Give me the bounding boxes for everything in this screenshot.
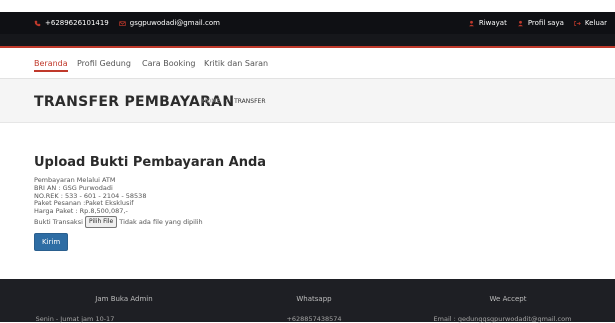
footer-heading-hours: Jam Buka Admin	[95, 295, 153, 303]
file-status: Tidak ada file yang dipilih	[119, 217, 203, 226]
header-accent-bar	[0, 34, 615, 48]
riwayat-label: Riwayat	[478, 19, 507, 27]
user-icon	[517, 20, 524, 27]
phone-contact[interactable]: +6289626101419	[34, 19, 109, 27]
user-icon	[468, 20, 475, 27]
site-footer: Jam Buka Admin Whatsapp We Accept Senin …	[0, 279, 615, 323]
choose-file-button[interactable]: Pilih File	[84, 215, 118, 228]
upload-heading: Upload Bukti Pembayaran Anda	[34, 155, 267, 170]
payment-method: Pembayaran Melalui ATM	[34, 176, 116, 184]
keluar-label: Keluar	[584, 19, 607, 27]
nav-item-cara-booking[interactable]: Cara Booking	[142, 59, 196, 68]
payment-info: Pembayaran Melalui ATM BRI AN : GSG Purw…	[34, 176, 594, 228]
breadcrumb: HOME / TRANSFER	[202, 98, 265, 105]
nav-item-beranda[interactable]: Beranda	[34, 59, 68, 72]
upload-section: Upload Bukti Pembayaran Anda Pembayaran …	[34, 155, 594, 251]
phone-icon	[34, 20, 41, 27]
breadcrumb-home[interactable]: HOME	[202, 98, 220, 105]
nav-item-profil-gedung[interactable]: Profil Gedung	[77, 59, 131, 68]
main-nav: Beranda Profil Gedung Cara Booking Kriti…	[0, 48, 615, 78]
email-contact[interactable]: gsgpuwodadi@gmail.com	[119, 19, 220, 27]
breadcrumb-separator: /	[226, 98, 229, 105]
breadcrumb-current: TRANSFER	[234, 98, 266, 105]
riwayat-link[interactable]: Riwayat	[468, 19, 507, 27]
email-text: gsgpuwodadi@gmail.com	[129, 19, 220, 27]
profil-saya-link[interactable]: Profil saya	[517, 19, 564, 27]
nav-item-kritik-dan-saran[interactable]: Kritik dan Saran	[204, 59, 268, 68]
footer-heading-whatsapp: Whatsapp	[296, 295, 332, 303]
envelope-icon	[119, 20, 126, 27]
footer-heading-accept: We Accept	[489, 295, 527, 303]
page-hero: TRANSFER PEMBAYARAN HOME / TRANSFER	[0, 79, 615, 123]
file-label: Bukti Transaksi	[34, 217, 83, 226]
phone-text: +6289626101419	[45, 19, 109, 27]
keluar-link[interactable]: Keluar	[574, 19, 607, 27]
submit-button[interactable]: Kirim	[34, 232, 69, 251]
profil-saya-label: Profil saya	[527, 19, 564, 27]
browser-top-strip	[0, 0, 615, 12]
logout-icon	[574, 20, 581, 27]
package-price: Harga Paket : Rp.8,500,087,-	[34, 207, 128, 216]
file-upload-row: Bukti Transaksi Pilih File Tidak ada fil…	[34, 215, 594, 228]
top-contact-bar: +6289626101419 gsgpuwodadi@gmail.com Riw…	[0, 12, 615, 34]
